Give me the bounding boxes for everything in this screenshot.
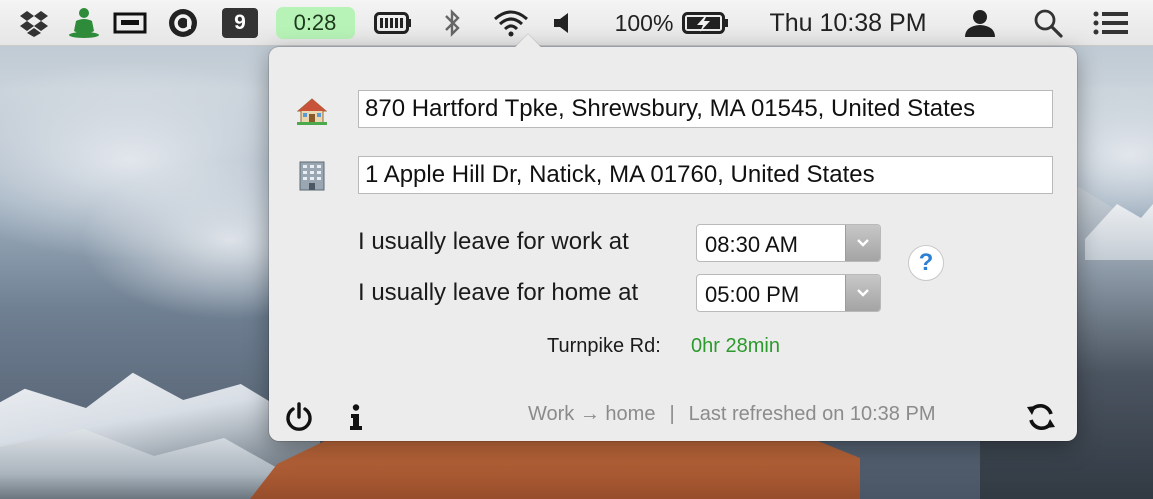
- chevron-down-icon[interactable]: [845, 275, 880, 311]
- window-switcher-icon[interactable]: [110, 0, 150, 46]
- bluetooth-icon[interactable]: [437, 0, 467, 46]
- clock[interactable]: Thu 10:38 PM: [756, 0, 940, 46]
- battery-percent[interactable]: 100%: [612, 0, 676, 46]
- user-icon[interactable]: [960, 0, 1000, 46]
- help-button[interactable]: ?: [908, 245, 944, 281]
- office-building-icon: [297, 161, 327, 191]
- home-leave-time-value: 05:00 PM: [705, 282, 800, 307]
- meditation-icon[interactable]: [64, 0, 104, 46]
- refresh-icon[interactable]: [1024, 401, 1058, 433]
- status-separator: |: [669, 403, 675, 425]
- notification-center-icon[interactable]: [1090, 0, 1132, 46]
- badge-count[interactable]: 9: [220, 0, 260, 46]
- work-leave-time-select[interactable]: 08:30 AM: [696, 224, 881, 262]
- footer-status: Work → home | Last refreshed on 10:38 PM: [528, 403, 935, 426]
- work-address-field[interactable]: 1 Apple Hill Dr, Natick, MA 01760, Unite…: [358, 156, 1053, 194]
- work-leave-label: I usually leave for work at: [358, 228, 629, 255]
- home-leave-label: I usually leave for home at: [358, 279, 639, 306]
- direction-label: Work → home: [528, 403, 656, 425]
- route-name: Turnpike Rd:: [547, 335, 661, 357]
- route-duration: 0hr 28min: [691, 335, 780, 357]
- dropbox-icon[interactable]: [14, 0, 54, 46]
- info-icon[interactable]: [344, 401, 368, 433]
- circle-a-icon[interactable]: [163, 0, 203, 46]
- home-leave-time-select[interactable]: 05:00 PM: [696, 274, 881, 312]
- volume-icon[interactable]: [548, 0, 578, 46]
- work-leave-time-value: 08:30 AM: [705, 232, 798, 257]
- chevron-down-icon[interactable]: [845, 225, 880, 261]
- commute-timer[interactable]: 0:28: [275, 0, 355, 46]
- power-icon[interactable]: [283, 401, 315, 433]
- home-address-field[interactable]: 870 Hartford Tpke, Shrewsbury, MA 01545,…: [358, 90, 1053, 128]
- commute-popover: 870 Hartford Tpke, Shrewsbury, MA 01545,…: [269, 34, 1077, 441]
- menu-bar: 9 0:28 100% Thu 10:38 PM: [0, 0, 1153, 46]
- battery-icon[interactable]: [372, 0, 414, 46]
- spotlight-search-icon[interactable]: [1028, 0, 1068, 46]
- charging-battery-icon[interactable]: [680, 0, 732, 46]
- last-refreshed-label: Last refreshed on 10:38 PM: [688, 403, 936, 425]
- house-icon: [297, 96, 327, 126]
